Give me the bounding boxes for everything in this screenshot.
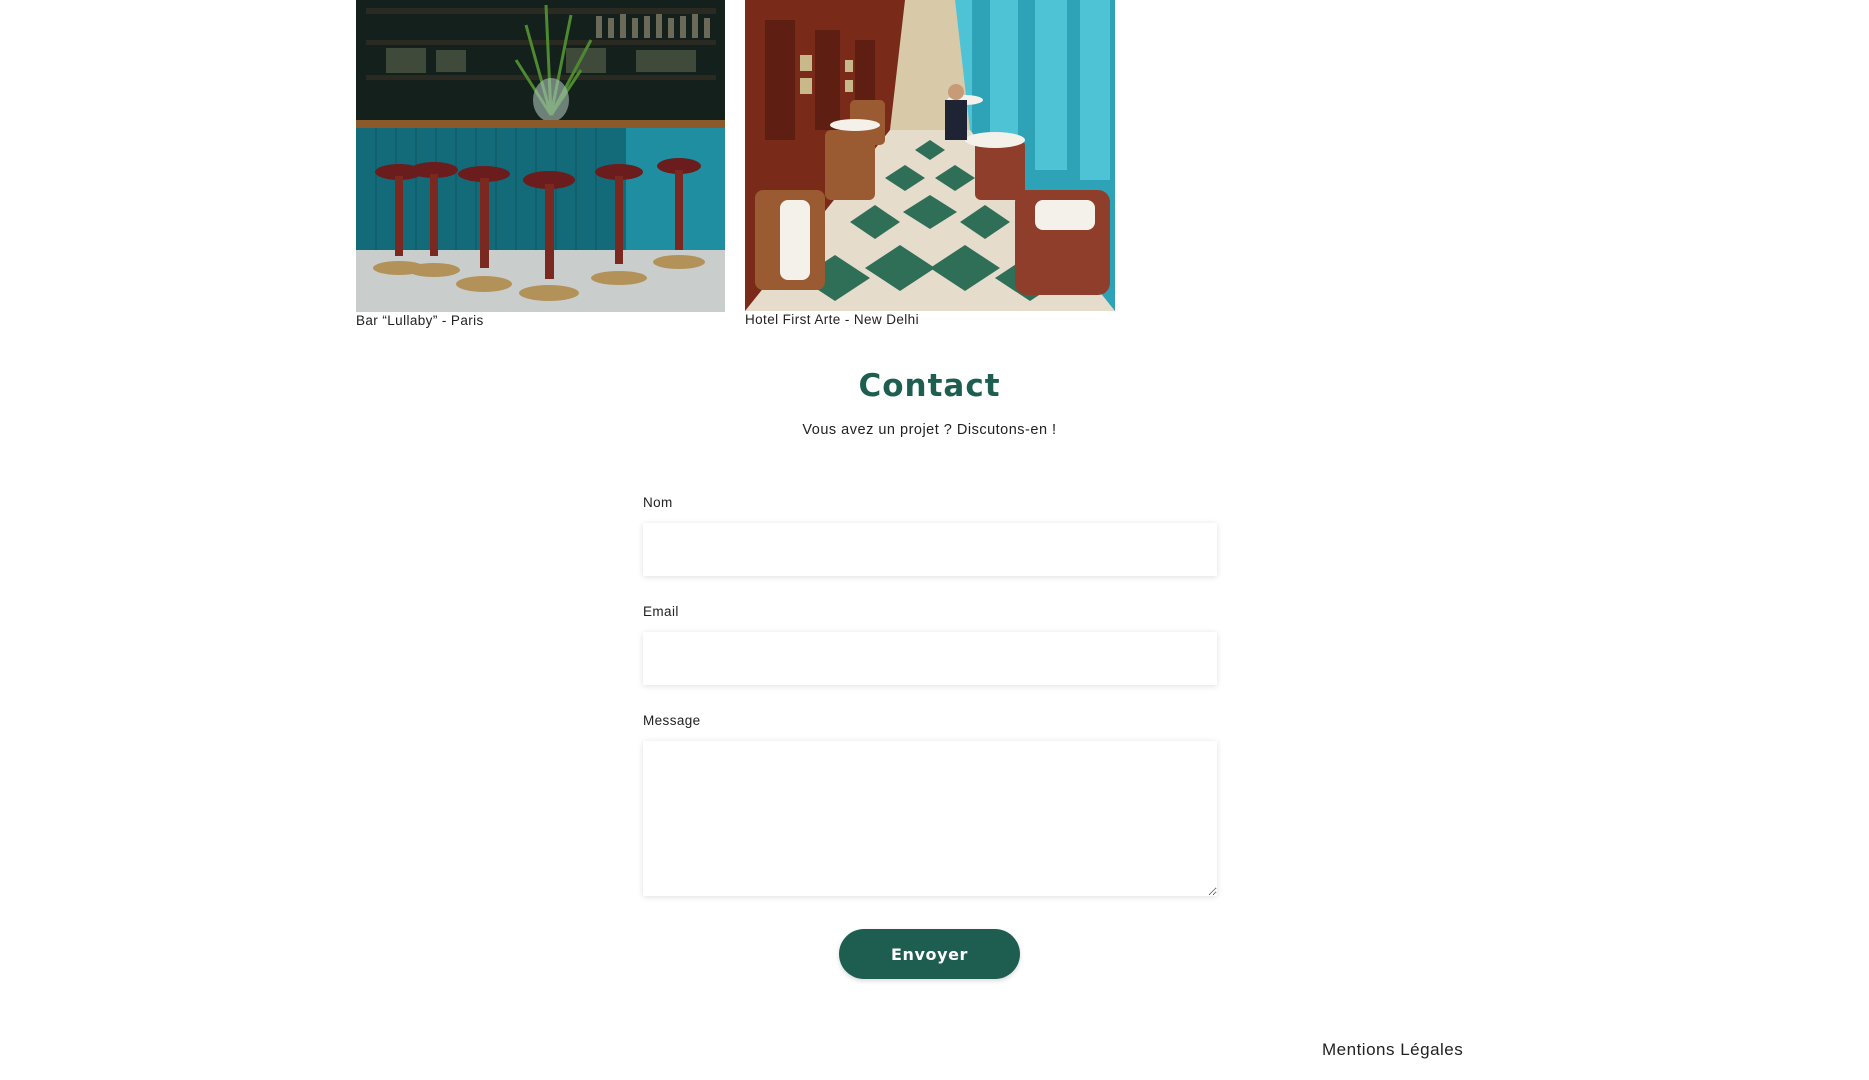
bar-photo bbox=[356, 0, 725, 312]
legal-notice-link[interactable]: Mentions Légales bbox=[1322, 1040, 1463, 1060]
name-field[interactable] bbox=[643, 523, 1217, 576]
contact-subtitle: Vous avez un projet ? Discutons-en ! bbox=[802, 422, 1057, 438]
hotel-dining-room-image bbox=[745, 0, 1115, 311]
gallery-caption-hotel: Hotel First Arte - New Delhi bbox=[745, 312, 919, 327]
hotel-photo bbox=[745, 0, 1115, 311]
send-button[interactable]: Envoyer bbox=[839, 929, 1020, 979]
message-label: Message bbox=[643, 713, 701, 728]
gallery-caption-bar: Bar “Lullaby” - Paris bbox=[356, 313, 484, 328]
contact-title: Contact bbox=[858, 368, 1001, 404]
email-field[interactable] bbox=[643, 632, 1217, 685]
bar-interior-image bbox=[356, 0, 725, 312]
message-field[interactable] bbox=[643, 741, 1217, 896]
email-label: Email bbox=[643, 604, 679, 619]
name-label: Nom bbox=[643, 495, 673, 510]
